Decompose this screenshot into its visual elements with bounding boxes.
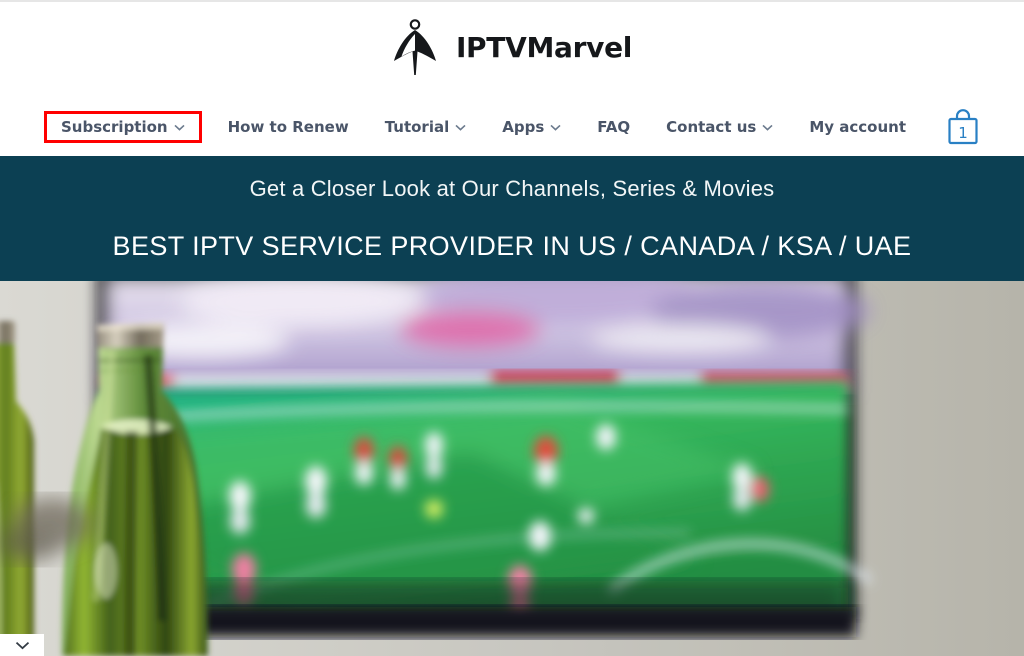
cart-count-text: 1 xyxy=(958,124,968,142)
scroll-down-button[interactable] xyxy=(0,634,44,656)
nav-item-my-account[interactable]: My account xyxy=(791,112,924,142)
shopping-bag-icon: 1 xyxy=(948,109,978,145)
chevron-down-icon xyxy=(455,124,466,131)
banner-subtitle: Get a Closer Look at Our Channels, Serie… xyxy=(249,175,775,201)
chevron-down-icon xyxy=(15,641,29,649)
nav-item-faq[interactable]: FAQ xyxy=(579,112,648,142)
hero-image xyxy=(0,281,1024,656)
nav-label-faq: FAQ xyxy=(597,118,631,136)
nav-label-apps: Apps xyxy=(502,118,545,136)
chevron-down-icon xyxy=(550,124,561,131)
hero-photo-illustration xyxy=(0,281,1024,656)
main-navigation: Subscription How to Renew Tutorial Apps … xyxy=(0,98,1024,156)
site-header: IPTVMarvel xyxy=(0,2,1024,98)
nav-label-contact-us: Contact us xyxy=(666,118,757,136)
nav-label-tutorial: Tutorial xyxy=(384,118,450,136)
web-page: IPTVMarvel Subscription How to Renew Tut… xyxy=(0,0,1024,656)
nav-items-container: Subscription How to Renew Tutorial Apps … xyxy=(43,108,980,146)
nav-item-subscription[interactable]: Subscription xyxy=(43,111,202,143)
nav-label-my-account: My account xyxy=(809,118,906,136)
nav-item-how-to-renew[interactable]: How to Renew xyxy=(210,112,367,142)
nav-item-tutorial[interactable]: Tutorial xyxy=(367,112,485,142)
cart-button[interactable]: 1 xyxy=(946,108,980,146)
brand-name: IPTVMarvel xyxy=(455,30,633,64)
site-logo[interactable]: IPTVMarvel xyxy=(0,10,1024,84)
banner-title: BEST IPTV SERVICE PROVIDER IN US / CANAD… xyxy=(112,230,912,261)
nav-label-subscription: Subscription xyxy=(60,118,168,136)
hero-banner: Get a Closer Look at Our Channels, Serie… xyxy=(0,156,1024,281)
arrow-figure-logo-icon xyxy=(393,19,436,75)
chevron-down-icon xyxy=(174,124,185,131)
nav-label-how-to-renew: How to Renew xyxy=(227,118,349,136)
nav-item-contact-us[interactable]: Contact us xyxy=(648,112,791,142)
chevron-down-icon xyxy=(762,124,773,131)
nav-item-apps[interactable]: Apps xyxy=(484,112,579,142)
